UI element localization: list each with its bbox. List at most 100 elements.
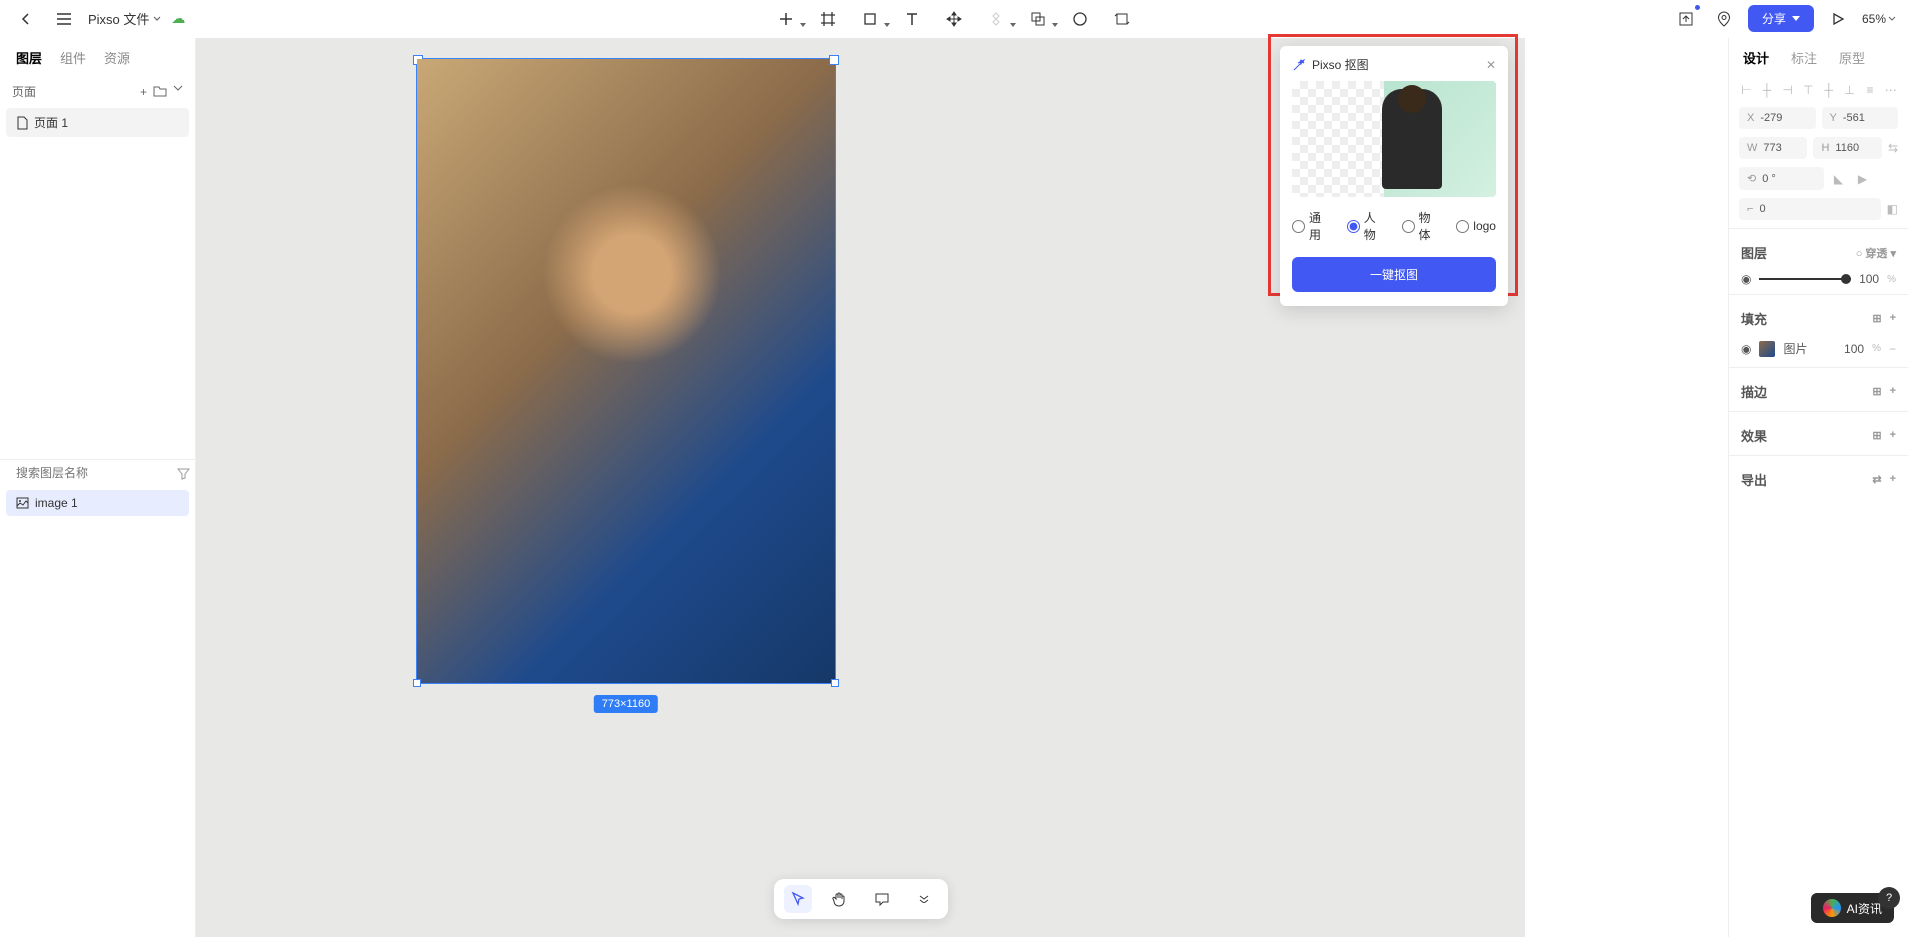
cloud-sync-icon: ☁ [171, 10, 185, 27]
link-dims-icon[interactable]: ⇆ [1888, 141, 1898, 155]
add-effect-icon[interactable]: + [1890, 429, 1896, 442]
visibility-icon[interactable]: ◉ [1741, 272, 1751, 286]
opacity-value: 100 [1859, 272, 1879, 286]
x-field[interactable]: X-279 [1739, 107, 1816, 129]
file-title-dropdown[interactable]: Pixso 文件 [88, 9, 161, 28]
page-item[interactable]: 页面 1 [6, 108, 189, 137]
share-button[interactable]: 分享 [1748, 5, 1814, 32]
add-tool[interactable] [772, 5, 800, 33]
location-icon[interactable] [1710, 5, 1738, 33]
align-bottom-icon[interactable]: ⊥ [1842, 81, 1857, 99]
export-settings-icon[interactable]: ⇄ [1872, 473, 1881, 486]
stroke-style-icon[interactable]: ⊞ [1872, 385, 1881, 398]
help-badge[interactable]: ? [1878, 887, 1900, 909]
tab-design[interactable]: 设计 [1743, 48, 1769, 67]
opt-logo[interactable]: logo [1456, 209, 1496, 243]
ellipse-tool[interactable] [1066, 5, 1094, 33]
boolean-tool[interactable] [1024, 5, 1052, 33]
resize-handle-bl[interactable] [413, 679, 421, 687]
tab-prototype[interactable]: 原型 [1839, 48, 1865, 67]
hand-tool[interactable] [826, 885, 854, 913]
left-panel: 图层 组件 资源 页面 + 页面 1 image 1 [0, 38, 196, 937]
fill-visibility-icon[interactable]: ◉ [1741, 342, 1751, 356]
left-tabs: 图层 组件 资源 [0, 38, 195, 77]
cursor-tool[interactable] [784, 885, 812, 913]
add-fill-icon[interactable]: + [1890, 312, 1896, 325]
layer-name: image 1 [35, 496, 78, 510]
opt-general[interactable]: 通用 [1292, 209, 1333, 243]
watermark-icon [1823, 899, 1841, 917]
folder-icon[interactable] [153, 85, 167, 99]
right-panel: 设计 标注 原型 ⊢ ┼ ⊣ ⊤ ┼ ⊥ ≡ ⋯ X-279 Y-561 W77… [1728, 38, 1908, 937]
search-input[interactable] [16, 466, 171, 480]
w-field[interactable]: W773 [1739, 137, 1807, 159]
text-tool[interactable] [898, 5, 926, 33]
h-field[interactable]: H1160 [1813, 137, 1881, 159]
fill-style-icon[interactable]: ⊞ [1872, 312, 1881, 325]
layer-search [0, 459, 195, 486]
comment-tool[interactable] [868, 885, 896, 913]
distribute-icon[interactable]: ≡ [1863, 81, 1878, 99]
tab-components[interactable]: 组件 [60, 48, 86, 67]
close-icon[interactable]: ✕ [1486, 58, 1496, 72]
topbar-left: Pixso 文件 ☁ [12, 5, 185, 33]
selected-image[interactable]: 773×1160 [416, 58, 836, 684]
shape-tool[interactable] [856, 5, 884, 33]
opt-object[interactable]: 物体 [1402, 209, 1443, 243]
topbar-right: 分享 65% [1672, 5, 1896, 33]
add-stroke-icon[interactable]: + [1890, 385, 1896, 398]
rotation-field[interactable]: ⟲0 ° [1739, 167, 1824, 190]
more-align-icon[interactable]: ⋯ [1883, 81, 1898, 99]
fill-swatch [1759, 341, 1775, 357]
more-tools[interactable] [910, 885, 938, 913]
tab-assets[interactable]: 资源 [104, 48, 130, 67]
effect-style-icon[interactable]: ⊞ [1872, 429, 1881, 442]
independent-corners-icon[interactable]: ◧ [1887, 202, 1898, 216]
play-button[interactable] [1824, 5, 1852, 33]
move-tool[interactable] [940, 5, 968, 33]
cutout-run-button[interactable]: 一键抠图 [1292, 257, 1496, 292]
image-content [417, 59, 835, 683]
export-section-header: 导出 ⇄+ [1729, 460, 1908, 495]
remove-fill-icon[interactable]: − [1889, 342, 1896, 356]
align-left-icon[interactable]: ⊢ [1739, 81, 1754, 99]
chevron-down-icon [1792, 16, 1800, 21]
frame-tool[interactable] [814, 5, 842, 33]
right-tabs: 设计 标注 原型 [1729, 38, 1908, 77]
component-tool[interactable] [982, 5, 1010, 33]
pages-header: 页面 + [0, 77, 195, 106]
crop-tool[interactable] [1108, 5, 1136, 33]
zoom-dropdown[interactable]: 65% [1862, 12, 1896, 26]
preview-person [1382, 89, 1442, 189]
tab-layers[interactable]: 图层 [16, 48, 42, 67]
watermark-text: AI资讯 [1847, 900, 1882, 917]
opt-person[interactable]: 人物 [1347, 209, 1388, 243]
layer-item[interactable]: image 1 [6, 490, 189, 516]
align-top-icon[interactable]: ⊤ [1801, 81, 1816, 99]
resize-handle-br[interactable] [831, 679, 839, 687]
cutout-preview [1292, 81, 1496, 197]
tab-annotation[interactable]: 标注 [1791, 48, 1817, 67]
radius-field[interactable]: ⌐0 [1739, 198, 1881, 220]
size-badge: 773×1160 [594, 695, 658, 713]
flip-h-icon[interactable]: ◣ [1830, 170, 1848, 188]
flip-v-icon[interactable]: ▶ [1854, 170, 1872, 188]
page-name: 页面 1 [34, 114, 68, 131]
opacity-slider[interactable] [1759, 278, 1851, 280]
blend-mode[interactable]: ○ 穿透 ▾ [1856, 245, 1896, 261]
share-label: 分享 [1762, 10, 1786, 27]
add-export-icon[interactable]: + [1890, 473, 1896, 486]
filter-icon[interactable] [177, 467, 190, 480]
file-title-text: Pixso 文件 [88, 9, 149, 28]
fill-item[interactable]: ◉ 图片 100% − [1729, 334, 1908, 363]
menu-button[interactable] [50, 5, 78, 33]
toolbar-center [772, 5, 1136, 33]
add-page-icon[interactable]: + [140, 85, 147, 99]
chevron-down-icon[interactable] [173, 85, 183, 99]
back-button[interactable] [12, 5, 40, 33]
align-vcenter-icon[interactable]: ┼ [1822, 81, 1837, 99]
export-icon[interactable] [1672, 5, 1700, 33]
align-right-icon[interactable]: ⊣ [1780, 81, 1795, 99]
align-hcenter-icon[interactable]: ┼ [1760, 81, 1775, 99]
y-field[interactable]: Y-561 [1822, 107, 1899, 129]
